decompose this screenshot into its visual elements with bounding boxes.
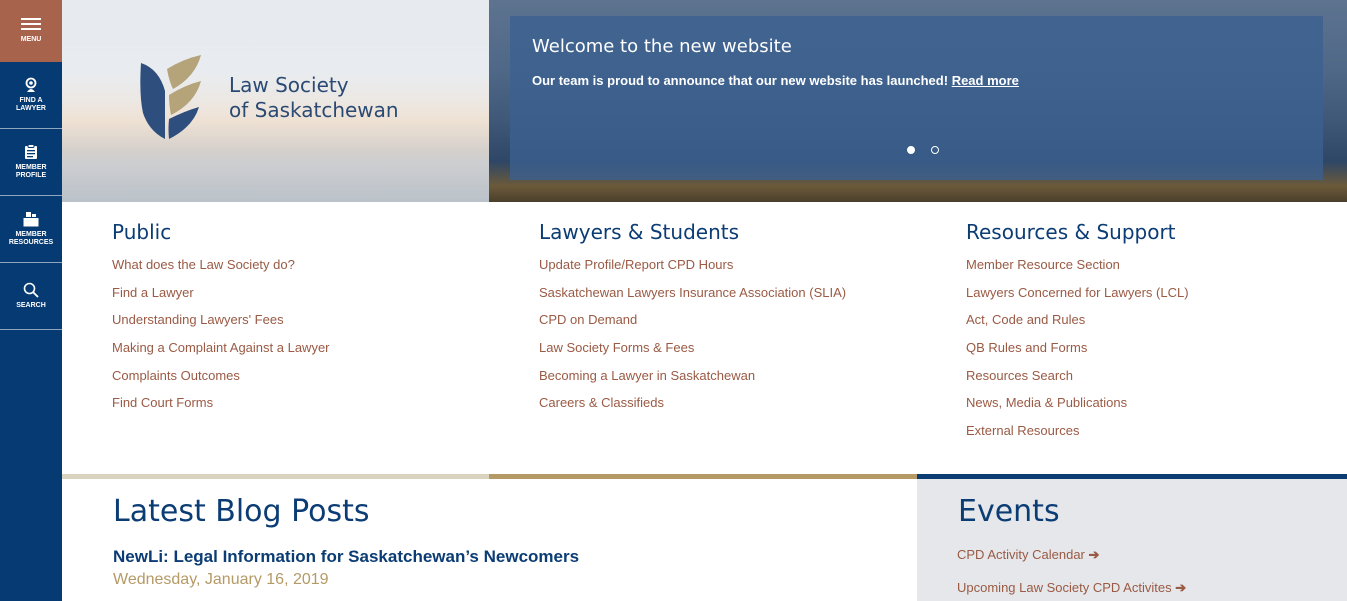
read-more-link[interactable]: Read more [952,73,1019,88]
quick-links: Public What does the Law Society do? Fin… [62,202,1347,474]
sidebar-item-label: SEARCH [16,302,46,309]
column-link[interactable]: Becoming a Lawyer in Saskatchewan [539,368,846,397]
resources-icon [23,211,39,227]
banner-text: Our team is proud to announce that our n… [532,73,1019,88]
column-public: Public What does the Law Society do? Fin… [112,220,330,424]
arrow-right-icon: ➔ [1175,580,1187,595]
announcement-banner: Welcome to the new website Our team is p… [510,16,1323,180]
column-link[interactable]: Find a Lawyer [112,285,330,314]
column-link[interactable]: Complaints Outcomes [112,368,330,397]
column-heading: Public [112,220,172,244]
sidebar-item-member-profile[interactable]: MEMBER PROFILE [0,129,62,196]
column-link[interactable]: Resources Search [966,368,1189,397]
column-link[interactable]: Update Profile/Report CPD Hours [539,258,846,286]
sidebar-item-search[interactable]: SEARCH [0,263,62,330]
column-heading: Lawyers & Students [539,220,739,244]
hamburger-icon [21,18,41,30]
events-section: Events CPD Activity Calendar ➔ Upcoming … [917,479,1347,601]
column-lawyers-students: Lawyers & Students Update Profile/Report… [539,220,846,424]
blog-post-date: Wednesday, January 16, 2019 [113,571,329,588]
sidebar-item-member-resources[interactable]: MEMBER RESOURCES [0,196,62,263]
column-link[interactable]: Saskatchewan Lawyers Insurance Associati… [539,285,846,314]
column-link[interactable]: QB Rules and Forms [966,341,1189,369]
carousel-dot-1[interactable] [907,146,915,154]
column-link[interactable]: Find Court Forms [112,396,330,424]
menu-button[interactable]: MENU [0,0,62,62]
column-heading: Resources & Support [966,220,1176,244]
carousel-dots [907,146,939,154]
wheat-logo-icon [140,55,201,139]
carousel-dot-2[interactable] [931,146,939,154]
column-link[interactable]: Understanding Lawyers' Fees [112,313,330,341]
sidebar-item-label: FIND A LAWYER [16,97,46,112]
blog-post-title[interactable]: NewLi: Legal Information for Saskatchewa… [113,547,579,567]
column-link[interactable]: External Resources [966,424,1189,452]
search-icon [23,282,39,298]
event-link-cpd-calendar[interactable]: CPD Activity Calendar ➔ [957,547,1099,563]
search-person-icon [23,77,39,93]
sidebar-item-label: MEMBER RESOURCES [8,231,54,246]
column-link[interactable]: Careers & Classifieds [539,396,846,424]
column-link[interactable]: CPD on Demand [539,313,846,341]
arrow-right-icon: ➔ [1088,547,1100,562]
blog-section: Latest Blog Posts NewLi: Legal Informati… [62,479,917,601]
column-link[interactable]: Member Resource Section [966,258,1189,286]
column-resources-support: Resources & Support Member Resource Sect… [966,220,1189,452]
sidebar-item-label: MEMBER PROFILE [15,164,47,179]
column-link[interactable]: Making a Complaint Against a Lawyer [112,341,330,369]
sidebar-item-find-a-lawyer[interactable]: FIND A LAWYER [0,62,62,129]
menu-label: MENU [20,36,42,43]
column-link[interactable]: News, Media & Publications [966,396,1189,424]
site-logo[interactable]: Law Society of Saskatchewan [139,55,399,141]
column-link[interactable]: Act, Code and Rules [966,313,1189,341]
column-link[interactable]: Law Society Forms & Fees [539,341,846,369]
clipboard-icon [23,144,39,160]
logo-text: Law Society of Saskatchewan [229,73,399,122]
sidebar: MENU FIND A LAWYER MEMBER PROFILE MEMBER RE… [0,0,62,601]
events-heading: Events [958,494,1060,529]
blog-heading: Latest Blog Posts [113,494,370,529]
banner-title: Welcome to the new website [532,36,792,57]
column-link[interactable]: Lawyers Concerned for Lawyers (LCL) [966,285,1189,314]
column-link[interactable]: What does the Law Society do? [112,258,330,286]
event-link-upcoming-cpd[interactable]: Upcoming Law Society CPD Activites ➔ [957,580,1186,596]
hero: Law Society of Saskatchewan Welcome to t… [62,0,1347,202]
